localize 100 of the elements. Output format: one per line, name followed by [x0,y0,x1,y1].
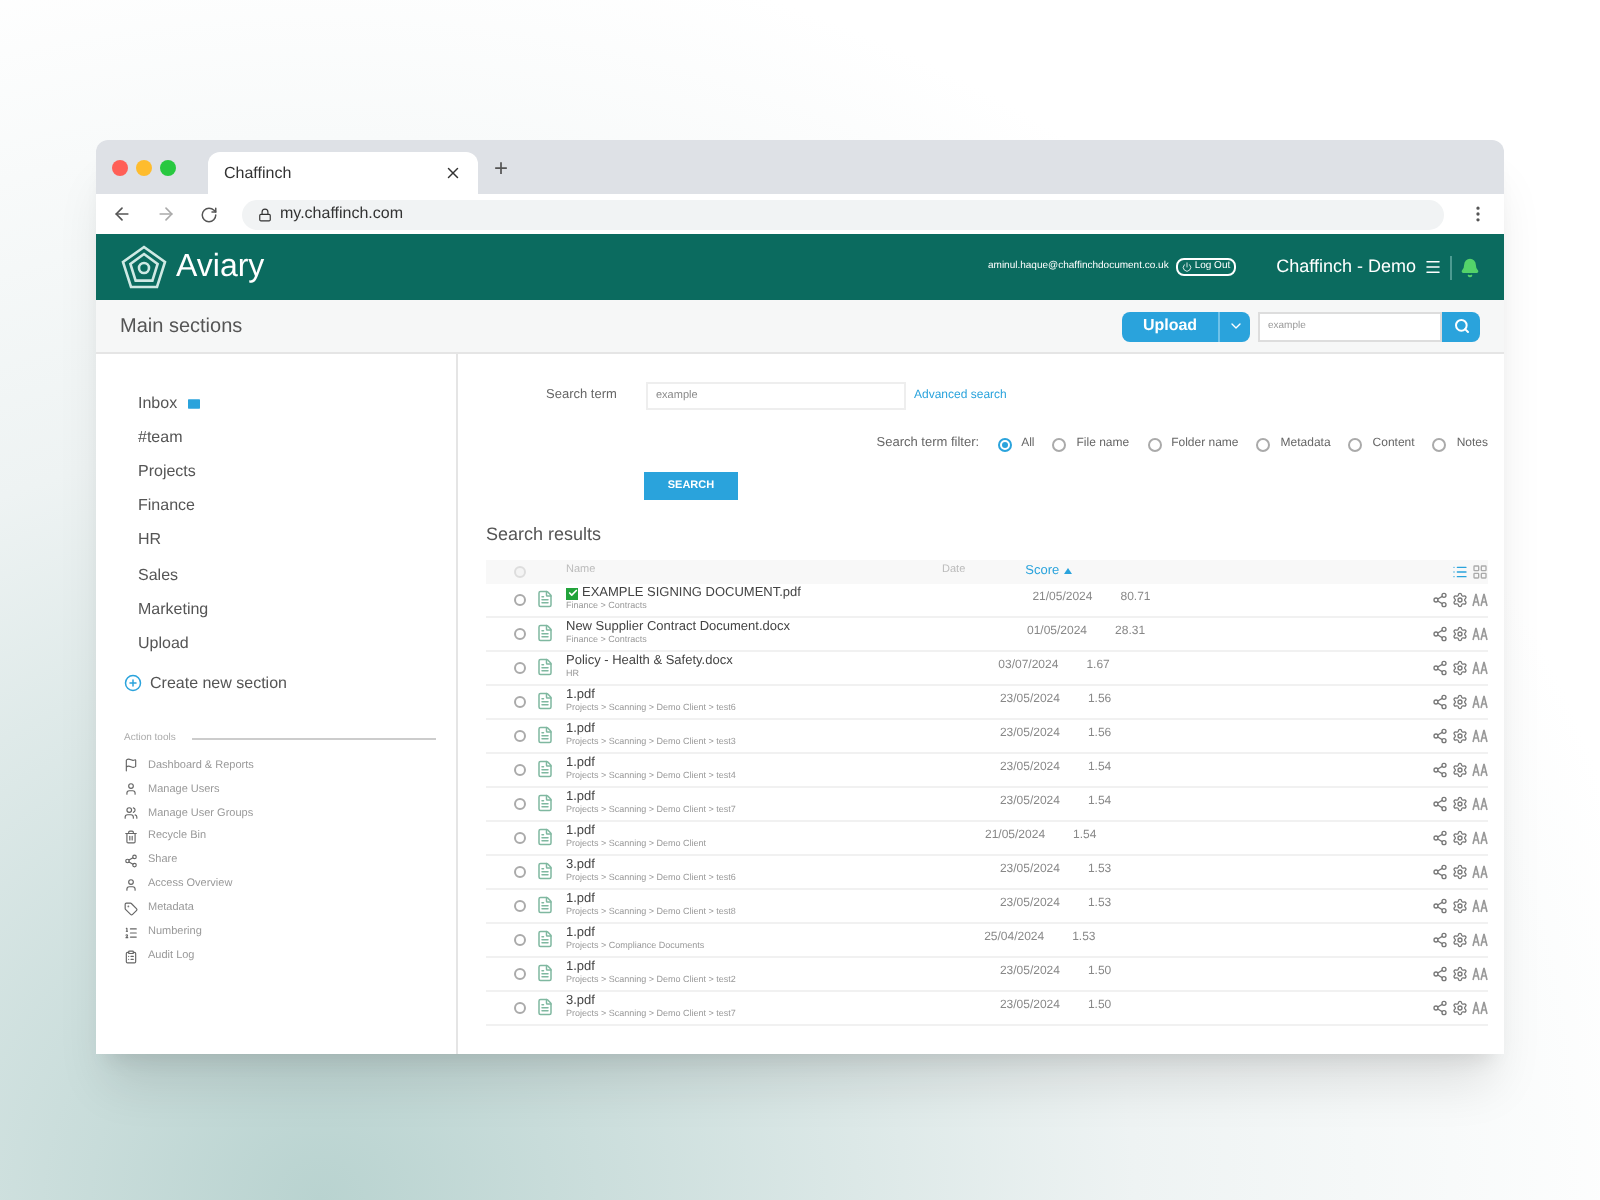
settings-icon[interactable] [1452,625,1468,641]
bin-icon [124,830,138,845]
document-icon [536,726,554,744]
row-checkbox[interactable] [514,899,526,911]
user-icon [124,782,138,797]
settings-icon[interactable] [1451,965,1468,981]
filter-radio[interactable] [1432,437,1447,451]
row-checkbox[interactable] [514,933,526,945]
document-icon [536,760,554,778]
tag-icon [124,901,138,916]
page-title: Main sections [120,313,243,341]
settings-icon[interactable] [1451,795,1468,811]
share-icon[interactable] [1431,965,1448,981]
filter-radio[interactable] [1256,437,1271,451]
section-link[interactable]: Inbox [138,391,178,416]
share-icon[interactable] [1432,659,1448,675]
users-icon [124,806,138,821]
address-bar[interactable]: my.chaffinch.com [242,199,1444,229]
share-icon[interactable] [1431,897,1448,913]
row-checkbox[interactable] [514,627,526,639]
power-icon [1182,262,1193,272]
section-link[interactable]: Upload [138,631,189,656]
share-icon[interactable] [1431,761,1448,777]
document-icon [536,590,554,608]
row-checkbox[interactable] [514,593,526,605]
row-checkbox[interactable] [514,797,526,809]
menu-icon[interactable] [1424,258,1442,276]
document-icon [536,930,554,948]
new-tab-button[interactable]: + [494,149,509,185]
filter-radio[interactable] [997,437,1012,451]
share-icon[interactable] [1431,591,1448,607]
document-icon [536,624,554,642]
row-checkbox[interactable] [514,967,526,979]
section-link[interactable]: Finance [138,494,195,519]
log-icon [124,949,138,964]
settings-icon[interactable] [1451,693,1468,709]
create-section-link[interactable]: Create new section [150,671,287,695]
share-icon[interactable] [1431,999,1448,1015]
list-view-icon[interactable] [1451,563,1468,579]
settings-icon[interactable] [1452,659,1468,675]
share-icon[interactable] [1432,625,1448,641]
settings-icon[interactable] [1451,761,1468,777]
row-checkbox[interactable] [514,695,526,707]
browser-tab[interactable]: Chaffinch [208,152,478,194]
share-icon[interactable] [1431,863,1448,879]
document-icon [536,862,554,880]
share-icon[interactable] [1431,795,1448,811]
document-icon [536,998,554,1016]
filter-radio[interactable] [1147,437,1162,451]
filter-radio[interactable] [1348,437,1363,451]
user-icon [124,877,138,892]
row-checkbox[interactable] [514,661,526,673]
flag-icon [124,758,138,773]
settings-icon[interactable] [1451,727,1468,743]
section-link[interactable]: Marketing [138,597,209,622]
row-checkbox[interactable] [514,763,526,775]
reload-icon[interactable] [200,205,218,223]
account-name[interactable]: Chaffinch - Demo [1276,253,1416,281]
sort-ascending-icon [1063,568,1072,574]
section-link[interactable]: Projects [138,459,196,484]
list-icon [124,925,138,940]
results-heading: Search results [486,522,604,548]
document-icon [536,828,554,846]
settings-icon[interactable] [1451,999,1468,1015]
section-link[interactable]: #team [138,425,183,450]
maximize-window-icon[interactable] [160,159,176,175]
settings-icon[interactable] [1451,591,1468,607]
document-icon [536,964,554,982]
close-tab-icon[interactable] [444,164,462,182]
document-icon [536,692,554,710]
lock-icon [258,207,272,221]
share-icon[interactable] [1431,727,1448,743]
settings-icon[interactable] [1451,863,1468,879]
share-icon [124,854,138,868]
upload-dropdown-button[interactable] [1218,311,1250,341]
bell-icon[interactable] [1460,257,1480,277]
settings-icon[interactable] [1452,931,1468,947]
document-icon [536,794,554,812]
section-link[interactable]: HR [138,528,162,553]
share-icon[interactable] [1431,829,1448,845]
settings-icon[interactable] [1451,829,1468,845]
row-checkbox[interactable] [514,1001,526,1013]
row-checkbox[interactable] [514,729,526,741]
search-button[interactable] [1442,311,1480,341]
document-icon [536,896,554,914]
share-icon[interactable] [1432,931,1448,947]
grid-view-icon[interactable] [1471,563,1488,579]
caret-icon [1227,318,1243,334]
back-icon[interactable] [112,204,132,224]
share-icon[interactable] [1431,693,1448,709]
filter-radio[interactable] [1052,437,1067,451]
close-window-icon[interactable] [112,159,128,175]
settings-icon[interactable] [1451,897,1468,913]
pentagon-logo-icon [120,243,168,291]
document-icon [536,658,554,676]
section-link[interactable]: Sales [138,563,179,588]
select-all-checkbox[interactable] [514,565,526,577]
row-checkbox[interactable] [514,831,526,843]
forward-icon[interactable] [156,204,176,224]
row-checkbox[interactable] [514,865,526,877]
